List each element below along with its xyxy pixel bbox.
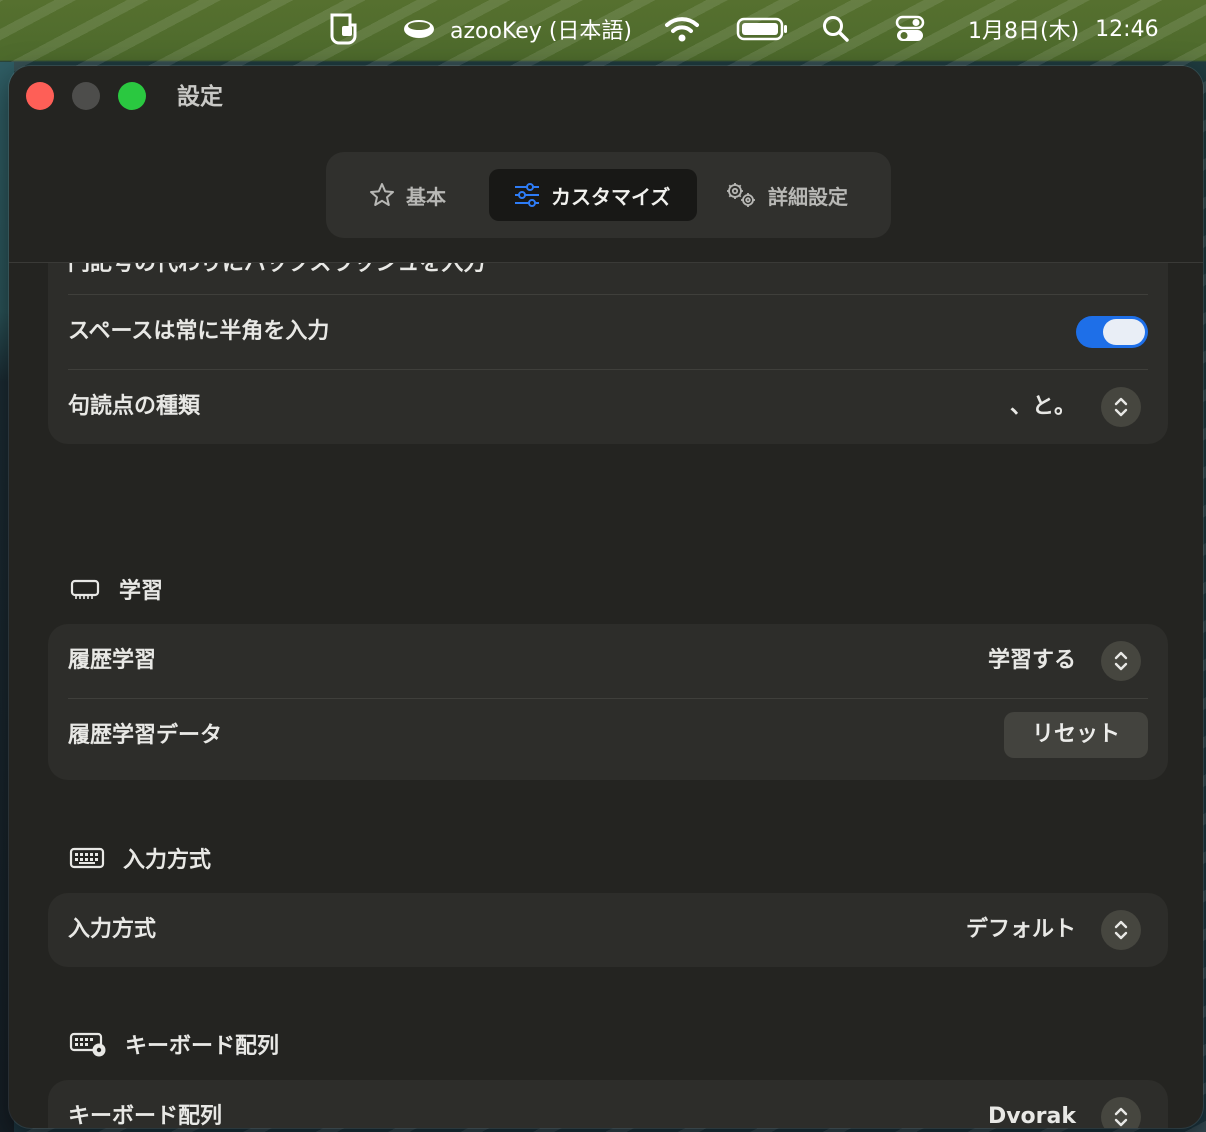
halfwidth-space-toggle[interactable] <box>1076 316 1148 348</box>
input-method-value[interactable]: デフォルト <box>966 893 1076 967</box>
input-method-label: 入力方式 <box>68 917 157 942</box>
menu-clock[interactable]: 1月8日(木) 12:46 <box>968 0 1159 58</box>
row-punctuation-type: 句読点の種類 、と。 <box>48 370 1168 444</box>
keyboard-layout-label: キーボード配列 <box>68 1104 223 1128</box>
row-keyboard-layout: キーボード配列 Dvorak <box>48 1080 1168 1128</box>
history-learning-label: 履歴学習 <box>68 648 157 673</box>
chevron-updown-icon <box>1114 651 1128 671</box>
window-toolbar: 設定 基本 カスタマイズ 詳細設定 <box>9 66 1203 263</box>
learning-section-header: 学習 <box>69 569 163 609</box>
input-method-popup[interactable] <box>1101 910 1141 950</box>
row-halfwidth-space: スペースは常に半角を入力 <box>48 295 1168 369</box>
zoom-window-button[interactable] <box>118 82 146 110</box>
keyboard-icon <box>69 847 105 869</box>
menu-date: 1月8日(木) <box>968 19 1080 44</box>
punctuation-type-label: 句読点の種類 <box>68 394 201 419</box>
tab-advanced[interactable]: 詳細設定 <box>710 169 894 221</box>
chevron-updown-icon <box>1114 920 1128 940</box>
settings-card-learning: 履歴学習 学習する 履歴学習データ リセット <box>48 624 1168 780</box>
input-source-menu[interactable]: azooKey (日本語) <box>402 0 632 58</box>
tab-customize-label: カスタマイズ <box>551 184 671 209</box>
settings-window: 設定 基本 カスタマイズ 詳細設定 円記号の代わりにバックスラッシュを入力 スペ… <box>9 66 1203 1128</box>
tab-basic[interactable]: 基本 <box>354 169 478 221</box>
keyboard-settings-icon <box>69 1032 106 1057</box>
punctuation-type-popup[interactable] <box>1101 387 1141 427</box>
menu-bar: azooKey (日本語) 1月8日(木) 12:46 <box>0 0 1206 58</box>
input-source-icon <box>404 20 434 38</box>
control-center-icon[interactable] <box>895 0 925 58</box>
battery-icon[interactable] <box>736 0 788 58</box>
input-method-section-header: 入力方式 <box>69 838 211 878</box>
keyboard-layout-section-title: キーボード配列 <box>125 1034 280 1059</box>
punctuation-type-value[interactable]: 、と。 <box>1010 370 1076 444</box>
reset-history-button[interactable]: リセット <box>1004 712 1148 758</box>
spotlight-search-icon[interactable] <box>822 0 850 58</box>
history-learning-popup[interactable] <box>1101 641 1141 681</box>
input-source-label: azooKey (日本語) <box>450 19 632 44</box>
halfwidth-space-label: スペースは常に半角を入力 <box>68 319 330 344</box>
history-data-label: 履歴学習データ <box>68 723 223 748</box>
menu-time: 12:46 <box>1095 16 1159 42</box>
keyboard-layout-section-header: キーボード配列 <box>69 1024 279 1064</box>
wifi-icon[interactable] <box>664 0 700 58</box>
star-icon <box>370 183 394 206</box>
keyboard-layout-value[interactable]: Dvorak <box>988 1080 1076 1128</box>
row-input-method: 入力方式 デフォルト <box>48 893 1168 967</box>
memory-chip-icon <box>70 579 100 599</box>
settings-content: 円記号の代わりにバックスラッシュを入力 スペースは常に半角を入力 句読点の種類 … <box>9 263 1203 1128</box>
window-title: 設定 <box>177 84 223 110</box>
history-learning-value[interactable]: 学習する <box>988 624 1076 698</box>
tab-customize[interactable]: カスタマイズ <box>489 169 697 221</box>
learning-section-title: 学習 <box>119 579 164 604</box>
app-status-icon[interactable] <box>328 0 358 58</box>
keyboard-layout-popup[interactable] <box>1101 1097 1141 1128</box>
settings-tab-bar: 基本 カスタマイズ 詳細設定 <box>326 152 891 238</box>
input-method-section-title: 入力方式 <box>123 848 212 873</box>
tab-basic-label: 基本 <box>406 184 446 209</box>
close-window-button[interactable] <box>26 82 54 110</box>
chevron-updown-icon <box>1114 397 1128 417</box>
tab-advanced-label: 詳細設定 <box>768 184 848 209</box>
chevron-updown-icon <box>1114 1107 1128 1127</box>
settings-card-input-method: 入力方式 デフォルト <box>48 893 1168 967</box>
sliders-icon <box>515 183 539 207</box>
minimize-window-button[interactable] <box>72 82 100 110</box>
gears-icon <box>727 183 755 207</box>
row-history-learning: 履歴学習 学習する <box>48 624 1168 698</box>
backslash-row-label: 円記号の代わりにバックスラッシュを入力 <box>68 263 486 276</box>
settings-card-keyboard-layout: キーボード配列 Dvorak <box>48 1080 1168 1128</box>
row-history-data: 履歴学習データ リセット <box>48 699 1168 773</box>
settings-card-customize: 円記号の代わりにバックスラッシュを入力 スペースは常に半角を入力 句読点の種類 … <box>48 263 1168 444</box>
